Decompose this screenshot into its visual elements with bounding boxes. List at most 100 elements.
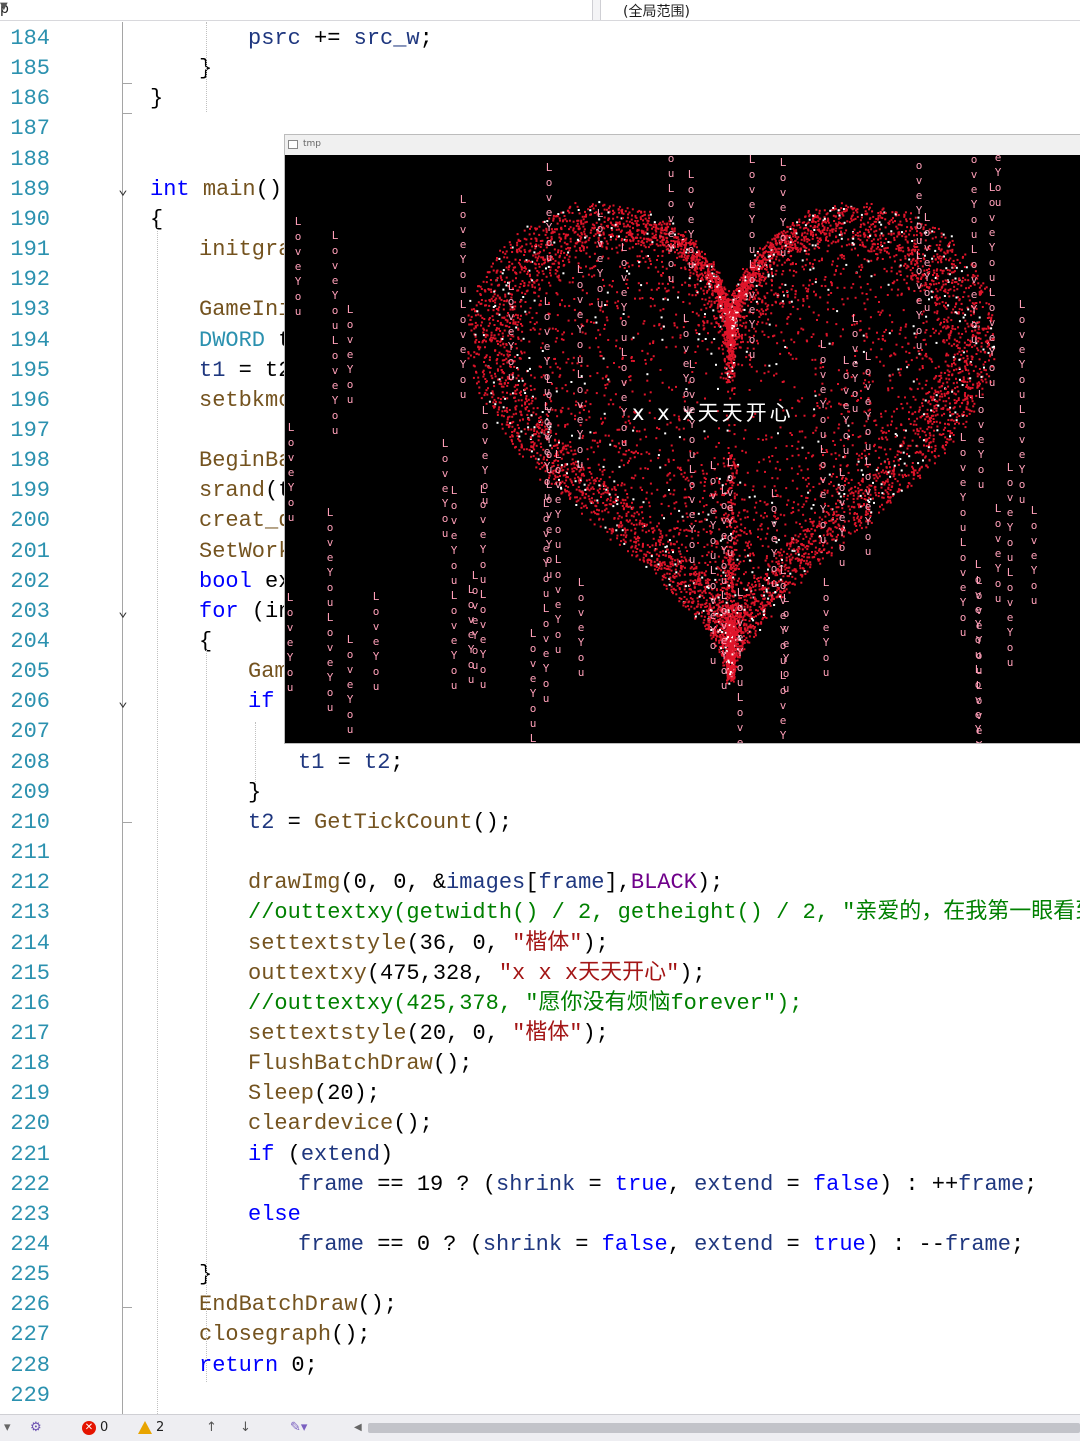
code-line[interactable]: } [150,84,163,114]
scope-dropdown[interactable]: p ▼ [0,0,593,20]
code-token: t2 [248,810,274,835]
code-line[interactable]: closegraph(); [199,1320,371,1350]
line-number: 187 [0,114,50,144]
rain-text-column: LoveYouLoveYou [914,155,924,353]
code-token: closegraph [199,1322,331,1347]
code-token: //outtextxy(getwidth() / 2, getheight() … [248,900,1080,925]
rain-text-column: LoveYou [345,302,355,407]
code-token: "x x x天天开心" [499,961,679,986]
code-token: 0; [278,1353,318,1378]
rain-text-column: LoveYou [686,167,696,272]
rain-text-column: LoveYou [725,455,735,560]
code-line[interactable]: settextstyle(20, 0, "楷体"); [248,1019,609,1049]
rain-text-column: LoveYou [506,279,516,384]
code-token [190,177,203,202]
rain-text-column: LoveYouLoveYou [973,557,983,743]
code-line[interactable]: //outtextxy(425,378, "愿你没有烦恼forever"); [248,989,802,1019]
code-token: false [602,1232,668,1257]
app-icon [288,140,298,149]
code-token: frame [538,870,604,895]
code-line[interactable]: return 0; [199,1351,318,1381]
code-token: ( [274,1142,300,1167]
code-line[interactable]: t1 = t2 [199,356,291,386]
code-token: bool [199,569,252,594]
code-token: BLACK [631,870,697,895]
code-token: ); [582,931,608,956]
code-line[interactable]: EndBatchDraw(); [199,1290,397,1320]
code-line[interactable]: else [248,1200,301,1230]
code-line[interactable]: } [248,778,261,808]
scroll-left-icon[interactable]: ◀ [354,1419,362,1437]
line-number: 198 [0,446,50,476]
fold-end-marker [122,113,132,114]
rain-text-column: LoveYouLoveYou [987,180,997,390]
code-token: outtextxy [248,961,367,986]
code-token: frame [298,1232,364,1257]
arrow-down-icon[interactable]: ↓ [240,1419,251,1437]
error-count[interactable]: ✕0 [82,1419,108,1437]
line-number: 223 [0,1200,50,1230]
fold-end-marker [122,822,132,823]
line-number: 225 [0,1260,50,1290]
line-number: 210 [0,808,50,838]
rain-text-column: LoveYouLoveYou [325,505,335,715]
code-line[interactable]: if [248,687,274,717]
error-count-value: 0 [100,1420,108,1435]
indent-guide [206,650,207,1382]
code-token: images [446,870,525,895]
fold-toggle-icon[interactable]: ⌄ [114,603,132,621]
rain-text-column: LoveYou [595,206,605,311]
code-token: = [562,1232,602,1257]
intellicode-icon[interactable]: ⚙ [30,1419,42,1437]
code-token: == 19 ? ( [364,1172,496,1197]
code-line[interactable]: int main() [150,175,282,205]
code-token: if [248,689,274,714]
code-token: () [256,177,282,202]
window-titlebar[interactable]: tmp [285,135,1080,155]
code-line[interactable]: settextstyle(36, 0, "楷体"); [248,929,609,959]
line-number: 215 [0,959,50,989]
member-dropdown-label: (全局范围) [623,1,690,21]
code-line[interactable]: outtextxy(475,328, "x x x天天开心"); [248,959,706,989]
rain-text-column: LoveYouLoveYou [449,483,459,693]
code-line[interactable]: drawImg(0, 0, &images[frame],BLACK); [248,868,723,898]
code-token: ); [582,1021,608,1046]
rain-text-column: LoveYouLoveYou [1005,460,1015,670]
chevron-down-icon[interactable]: ▼ [0,1,8,12]
code-line[interactable]: Sleep(20); [248,1079,380,1109]
code-line[interactable]: cleardevice(); [248,1109,433,1139]
line-number: 207 [0,717,50,747]
horizontal-scrollbar[interactable] [368,1423,1080,1433]
code-token: GetTickCount [314,810,472,835]
brush-icon[interactable]: ✎▾ [290,1419,307,1437]
code-line[interactable]: frame == 19 ? (shrink = true, extend = f… [298,1170,1037,1200]
code-line[interactable]: psrc += src_w; [248,24,433,54]
code-line[interactable]: if (extend) [248,1140,393,1170]
fold-toggle-icon[interactable]: ⌄ [114,693,132,711]
line-number: 194 [0,326,50,356]
line-number: 201 [0,537,50,567]
code-line[interactable]: t2 = GetTickCount(); [248,808,512,838]
code-token: "楷体" [512,931,582,956]
member-dropdown[interactable]: (全局范围) [600,0,1080,20]
code-line[interactable]: t1 = t2; [298,748,404,778]
code-token: extend [301,1142,380,1167]
line-number: 193 [0,295,50,325]
line-number: 224 [0,1230,50,1260]
zoom-arrow-icon[interactable]: ▾ [4,1419,11,1437]
code-line[interactable]: srand(t [199,476,291,506]
code-token: ; [390,750,403,775]
rain-text-column: LoveYouLoveYou [863,349,873,559]
code-line[interactable]: //outtextxy(getwidth() / 2, getheight() … [248,898,1080,928]
line-number: 217 [0,1019,50,1049]
code-line[interactable]: frame == 0 ? (shrink = false, extend = t… [298,1230,1024,1260]
arrow-up-icon[interactable]: ↑ [206,1419,217,1437]
graphics-window[interactable]: tmp x x x天天开心 LoveYouLoveYouLoveYouLoveY… [285,135,1080,743]
code-line[interactable]: FlushBatchDraw(); [248,1049,472,1079]
fold-toggle-icon[interactable]: ⌄ [114,181,132,199]
line-number: 197 [0,416,50,446]
line-number: 211 [0,838,50,868]
line-number: 213 [0,898,50,928]
warning-count[interactable]: 2 [138,1419,164,1437]
indent-guide [206,22,207,112]
